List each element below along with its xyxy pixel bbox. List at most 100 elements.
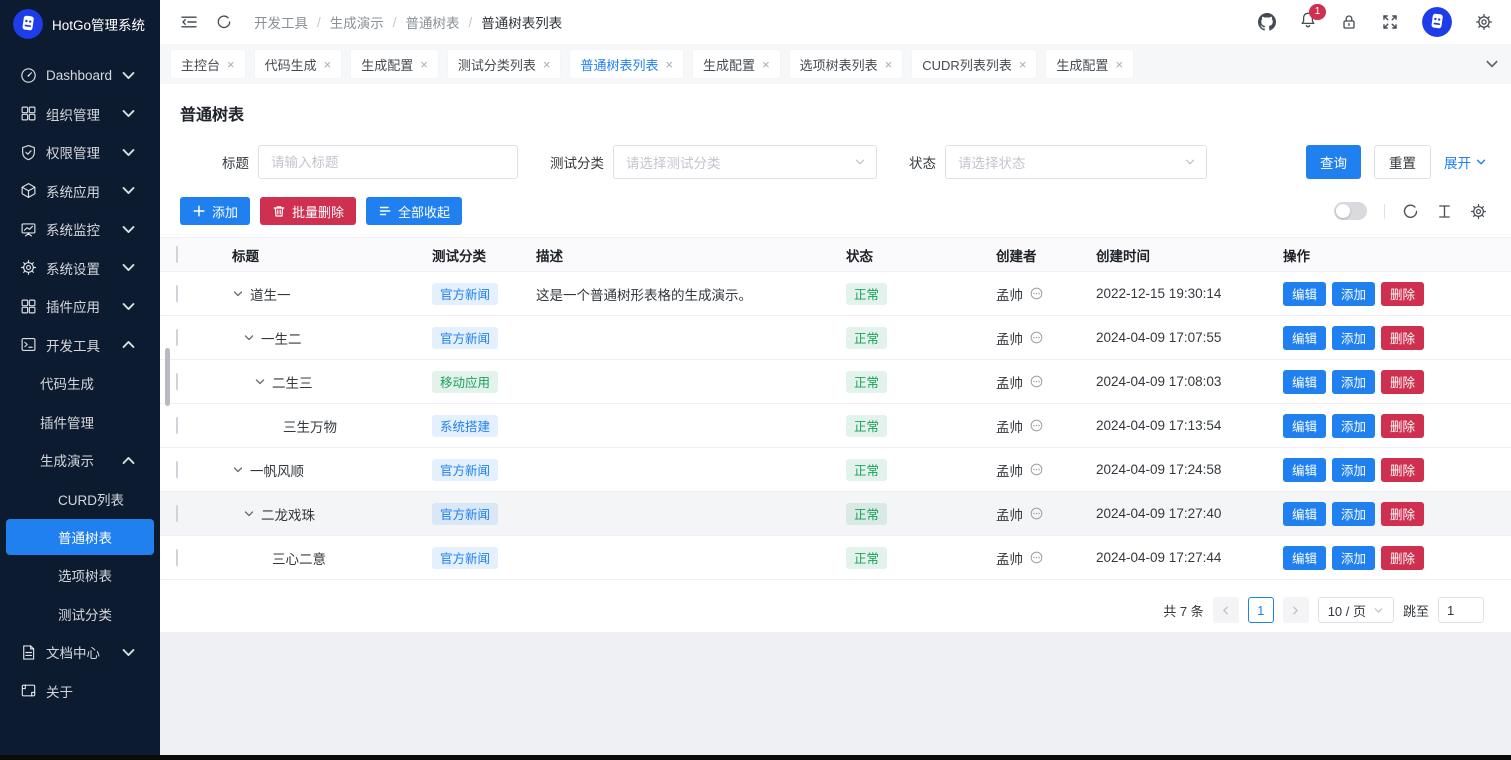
title-filter-input[interactable] <box>258 145 518 179</box>
prev-page-button[interactable] <box>1213 597 1239 623</box>
row-action-button[interactable]: 编辑 <box>1283 458 1326 482</box>
tab-close-icon[interactable]: × <box>762 58 770 71</box>
sidebar-item-curd-list[interactable]: CURD列表 <box>0 480 160 519</box>
reset-button[interactable]: 重置 <box>1374 145 1431 179</box>
row-action-button[interactable]: 添加 <box>1332 458 1375 482</box>
row-delete-button[interactable]: 删除 <box>1381 502 1424 526</box>
sidebar-item-plugin-manage[interactable]: 插件管理 <box>0 403 160 442</box>
row-action-button[interactable]: 编辑 <box>1283 546 1326 570</box>
tab-close-icon[interactable]: × <box>1115 58 1123 71</box>
tab-4[interactable]: 测试分类列表× <box>448 50 561 78</box>
select-all-checkbox[interactable] <box>176 246 178 263</box>
sidebar-item-doc-center[interactable]: 文档中心 <box>0 633 160 672</box>
row-action-button[interactable]: 编辑 <box>1283 370 1326 394</box>
tab-8[interactable]: CUDR列表列表× <box>912 50 1036 78</box>
row-delete-button[interactable]: 删除 <box>1381 546 1424 570</box>
tab-9[interactable]: 生成配置× <box>1046 50 1133 78</box>
tab-7[interactable]: 选项树表列表× <box>790 50 903 78</box>
expand-filters-link[interactable]: 展开 <box>1444 152 1487 172</box>
collapse-all-button[interactable]: 全部收起 <box>366 197 462 225</box>
row-action-button[interactable]: 添加 <box>1332 282 1375 306</box>
tab-close-icon[interactable]: × <box>227 58 235 71</box>
tree-expand-chevron-icon[interactable] <box>243 332 255 344</box>
sidebar-item-dashboard[interactable]: Dashboard <box>0 56 160 95</box>
logo[interactable]: HotGo管理系统 <box>0 0 160 48</box>
row-checkbox[interactable] <box>176 417 178 434</box>
tab-close-icon[interactable]: × <box>885 58 893 71</box>
tab-close-icon[interactable]: × <box>420 58 428 71</box>
row-action-button[interactable]: 编辑 <box>1283 282 1326 306</box>
row-action-button[interactable]: 添加 <box>1332 414 1375 438</box>
row-checkbox[interactable] <box>176 329 178 346</box>
row-delete-button[interactable]: 删除 <box>1381 414 1424 438</box>
fullscreen-icon[interactable] <box>1381 13 1399 31</box>
column-settings-gear-icon[interactable] <box>1470 203 1487 220</box>
notifications-button[interactable]: 1 <box>1299 11 1317 34</box>
sidebar-item-permission-manage[interactable]: 权限管理 <box>0 133 160 172</box>
row-delete-button[interactable]: 删除 <box>1381 370 1424 394</box>
row-checkbox[interactable] <box>176 285 178 302</box>
search-button[interactable]: 查询 <box>1306 145 1361 179</box>
sidebar-item-plugin-app[interactable]: 插件应用 <box>0 287 160 326</box>
status-filter-select[interactable]: 请选择状态 <box>945 145 1207 179</box>
sidebar-item-about[interactable]: 关于 <box>0 672 160 711</box>
tab-2[interactable]: 代码生成× <box>255 50 342 78</box>
lock-screen-icon[interactable] <box>1340 13 1358 31</box>
row-action-button[interactable]: 添加 <box>1332 326 1375 350</box>
row-action-button[interactable]: 编辑 <box>1283 326 1326 350</box>
tree-expand-chevron-icon[interactable] <box>232 464 244 476</box>
sidebar-item-normal-tree[interactable]: 普通树表 <box>6 519 154 555</box>
row-checkbox[interactable] <box>176 549 178 566</box>
github-icon[interactable] <box>1258 13 1276 31</box>
page-number-1[interactable]: 1 <box>1248 597 1274 623</box>
refresh-table-icon[interactable] <box>1402 203 1419 220</box>
add-button[interactable]: 添加 <box>180 197 250 225</box>
tab-close-icon[interactable]: × <box>665 58 673 71</box>
sidebar-item-code-gen[interactable]: 代码生成 <box>0 364 160 403</box>
settings-gear-icon[interactable] <box>1475 13 1493 31</box>
user-avatar[interactable] <box>1422 7 1452 37</box>
sidebar-item-system-monitor[interactable]: 系统监控 <box>0 210 160 249</box>
jump-to-page-input[interactable] <box>1438 597 1484 623</box>
tree-expand-chevron-icon[interactable] <box>243 508 255 520</box>
tab-6[interactable]: 生成配置× <box>693 50 780 78</box>
tab-close-icon[interactable]: × <box>1019 58 1027 71</box>
row-action-button[interactable]: 编辑 <box>1283 502 1326 526</box>
tab-3[interactable]: 生成配置× <box>351 50 438 78</box>
sidebar-item-test-category[interactable]: 测试分类 <box>0 595 160 634</box>
row-delete-button[interactable]: 删除 <box>1381 282 1424 306</box>
row-checkbox[interactable] <box>176 461 178 478</box>
breadcrumb-item[interactable]: 普通树表 <box>406 12 460 32</box>
breadcrumb-item[interactable]: 开发工具 <box>254 12 308 32</box>
sidebar-item-dev-tools[interactable]: 开发工具 <box>0 326 160 365</box>
row-action-button[interactable]: 添加 <box>1332 370 1375 394</box>
page-reload-icon[interactable] <box>216 14 232 30</box>
page-size-select[interactable]: 10 / 页 <box>1318 597 1394 623</box>
batch-delete-button[interactable]: 批量删除 <box>260 197 356 225</box>
tab-5[interactable]: 普通树表列表× <box>570 50 683 78</box>
next-page-button[interactable] <box>1283 597 1309 623</box>
tabs-menu-chevron-icon[interactable] <box>1484 56 1500 72</box>
breadcrumb-item[interactable]: 生成演示 <box>330 12 384 32</box>
row-action-button[interactable]: 添加 <box>1332 502 1375 526</box>
tree-expand-chevron-icon[interactable] <box>254 376 266 388</box>
sidebar-item-system-settings[interactable]: 系统设置 <box>0 249 160 288</box>
tab-close-icon[interactable]: × <box>543 58 551 71</box>
row-action-button[interactable]: 编辑 <box>1283 414 1326 438</box>
sidebar-item-org-manage[interactable]: 组织管理 <box>0 95 160 134</box>
sidebar-item-gen-demo[interactable]: 生成演示 <box>0 441 160 480</box>
row-delete-button[interactable]: 删除 <box>1381 326 1424 350</box>
row-density-icon[interactable] <box>1436 203 1453 220</box>
tab-1[interactable]: 主控台× <box>171 50 245 78</box>
tree-expand-chevron-icon[interactable] <box>232 288 244 300</box>
striped-toggle[interactable] <box>1334 202 1367 220</box>
sidebar-item-option-tree[interactable]: 选项树表 <box>0 556 160 595</box>
row-checkbox[interactable] <box>176 373 178 390</box>
sidebar-item-system-app[interactable]: 系统应用 <box>0 172 160 211</box>
row-checkbox[interactable] <box>176 505 178 522</box>
category-filter-select[interactable]: 请选择测试分类 <box>613 145 877 179</box>
row-delete-button[interactable]: 删除 <box>1381 458 1424 482</box>
menu-collapse-icon[interactable] <box>180 13 198 31</box>
tab-close-icon[interactable]: × <box>324 58 332 71</box>
row-action-button[interactable]: 添加 <box>1332 546 1375 570</box>
